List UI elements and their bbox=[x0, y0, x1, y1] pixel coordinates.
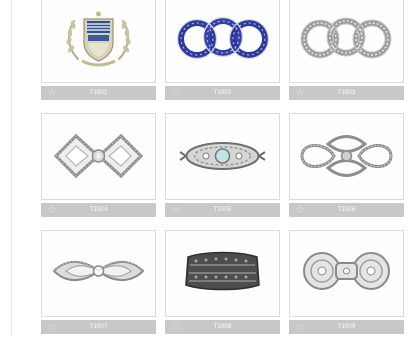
product-card[interactable]: ☆ T1009 bbox=[289, 230, 406, 337]
product-image-marcasite-bar-brooch[interactable] bbox=[165, 230, 280, 317]
product-card[interactable]: ☆ T1003 bbox=[289, 0, 406, 103]
product-code[interactable]: T1009 bbox=[289, 320, 404, 334]
product-image-double-diamond-brooch[interactable] bbox=[41, 113, 156, 200]
product-code[interactable]: T1002 bbox=[165, 86, 280, 100]
product-card[interactable]: ☆ T1001 bbox=[41, 0, 158, 103]
product-gallery-page: ☆ T1001 ☆ T1002 ☆ T1003 ☆ T1004 ☆ T1005 … bbox=[0, 0, 409, 337]
product-code[interactable]: T1007 bbox=[41, 320, 156, 334]
product-image-knot-brooch[interactable] bbox=[289, 113, 404, 200]
product-image-blue-rings-brooch[interactable] bbox=[165, 0, 280, 83]
product-caption-bar: ☆ T1001 bbox=[41, 86, 156, 100]
product-code[interactable]: T1005 bbox=[165, 203, 280, 217]
product-card[interactable]: ☆ T1004 bbox=[41, 113, 158, 220]
product-card[interactable]: ☆ T1005 bbox=[165, 113, 282, 220]
product-caption-bar: ☆ T1007 bbox=[41, 320, 156, 334]
product-caption-bar: ☆ T1002 bbox=[165, 86, 280, 100]
product-code[interactable]: T1003 bbox=[289, 86, 404, 100]
product-caption-bar: ☆ T1003 bbox=[289, 86, 404, 100]
product-code[interactable]: T1008 bbox=[165, 320, 280, 334]
product-card[interactable]: ☆ T1006 bbox=[289, 113, 406, 220]
product-card[interactable]: ☆ T1002 bbox=[165, 0, 282, 103]
product-image-bow-brooch[interactable] bbox=[41, 230, 156, 317]
product-code[interactable]: T1001 bbox=[41, 86, 156, 100]
product-code[interactable]: T1006 bbox=[289, 203, 404, 217]
product-caption-bar: ☆ T1004 bbox=[41, 203, 156, 217]
sidebar-divider bbox=[11, 0, 12, 337]
product-image-oval-filigree-brooch[interactable] bbox=[165, 113, 280, 200]
product-image-silver-rings-brooch[interactable] bbox=[289, 0, 404, 83]
product-image-scroll-brooch[interactable] bbox=[289, 230, 404, 317]
product-caption-bar: ☆ T1005 bbox=[165, 203, 280, 217]
product-code[interactable]: T1004 bbox=[41, 203, 156, 217]
product-caption-bar: ☆ T1008 bbox=[165, 320, 280, 334]
product-caption-bar: ☆ T1006 bbox=[289, 203, 404, 217]
product-grid: ☆ T1001 ☆ T1002 ☆ T1003 ☆ T1004 ☆ T1005 … bbox=[41, 0, 409, 337]
product-card[interactable]: ☆ T1007 bbox=[41, 230, 158, 337]
product-image-crest-brooch[interactable] bbox=[41, 0, 156, 83]
product-card[interactable]: ☆ T1008 bbox=[165, 230, 282, 337]
product-caption-bar: ☆ T1009 bbox=[289, 320, 404, 334]
